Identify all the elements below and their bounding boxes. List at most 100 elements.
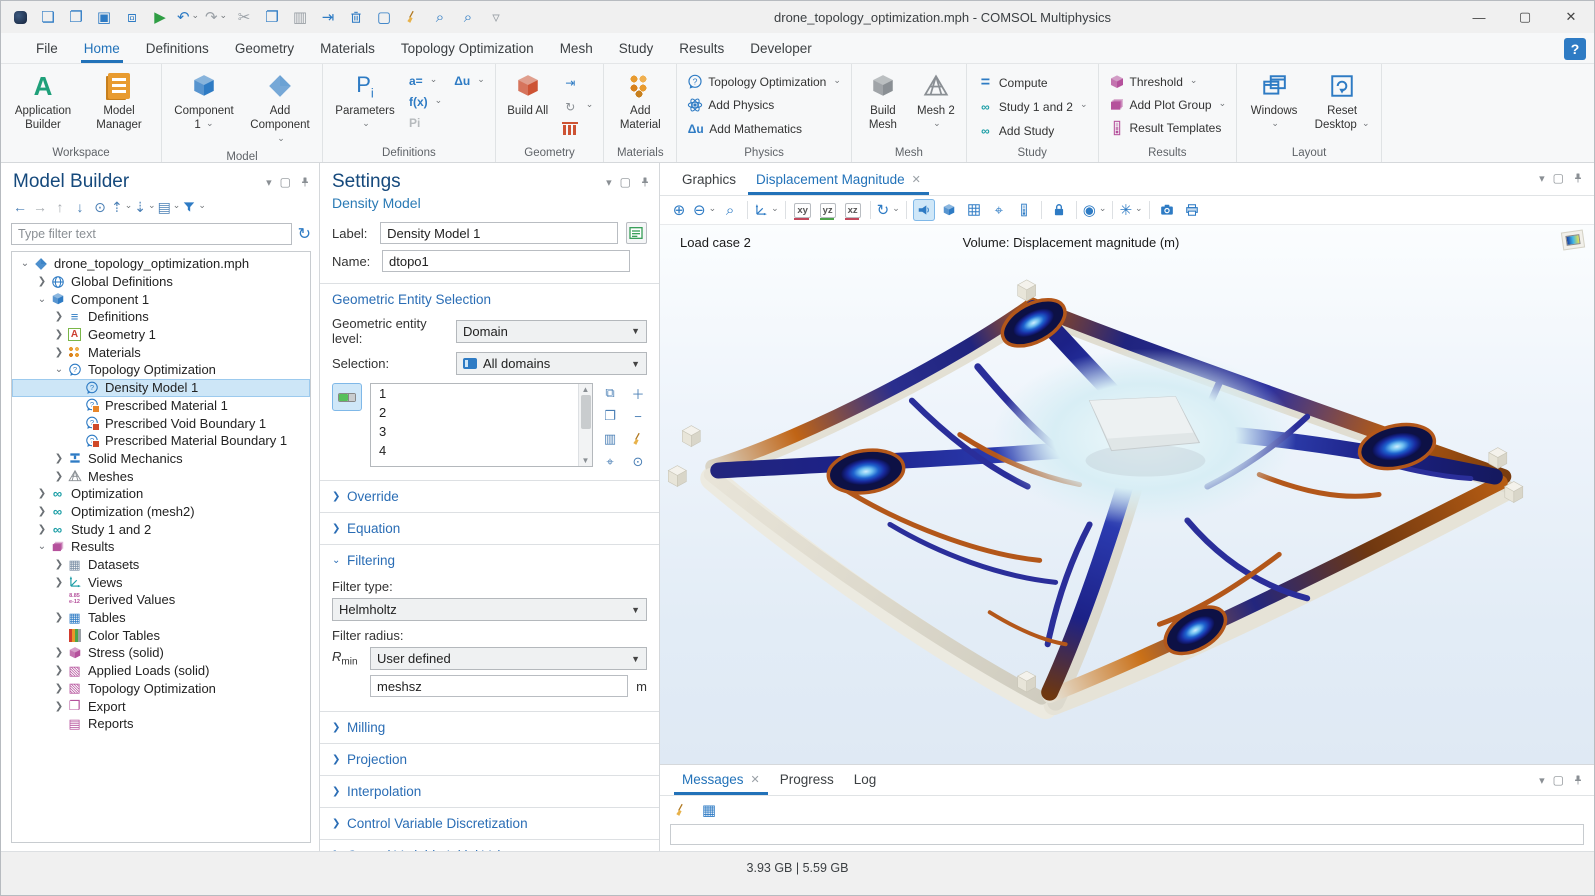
help-button[interactable]: ? xyxy=(1564,38,1586,60)
tree-item[interactable]: ❯∞Optimization (mesh2) xyxy=(12,503,310,521)
tree-item[interactable]: Prescribed Void Boundary 1 xyxy=(12,414,310,432)
forward-icon[interactable]: → xyxy=(31,197,49,217)
scroll-down-icon[interactable]: ▼ xyxy=(582,456,590,465)
tree-item[interactable]: ❯Materials xyxy=(12,343,310,361)
menu-item-file[interactable]: File xyxy=(23,36,71,63)
tab-close-icon[interactable]: ✕ xyxy=(912,173,921,186)
redo-icon[interactable]: ↷ xyxy=(203,5,229,29)
chevron-right-icon[interactable]: ❯ xyxy=(52,347,66,358)
domain-list-item[interactable]: 2 xyxy=(379,405,576,424)
settings-pin-icon[interactable] xyxy=(639,176,651,188)
material-color-icon[interactable]: ◉ xyxy=(1083,199,1107,221)
expand-all-icon[interactable]: ⇡ xyxy=(111,197,132,217)
tree-item[interactable]: ▤Reports xyxy=(12,715,310,733)
wireframe-icon[interactable] xyxy=(963,199,985,221)
tree-item[interactable]: ❯Global Definitions xyxy=(12,273,310,291)
physics-interface-button[interactable]: Topology Optimization xyxy=(683,72,845,92)
menu-item-materials[interactable]: Materials xyxy=(307,36,388,63)
messages-output[interactable] xyxy=(670,824,1584,845)
show-selection-icon[interactable] xyxy=(913,199,935,221)
section-control-variable-discretization[interactable]: ❯Control Variable Discretization xyxy=(320,808,659,837)
messages-float-icon[interactable] xyxy=(1553,773,1564,787)
section-milling[interactable]: ❯Milling xyxy=(320,712,659,741)
save-as-icon[interactable]: ⧈ xyxy=(119,5,145,29)
tree-item[interactable]: ❯Meshes xyxy=(12,467,310,485)
go-to-source-icon[interactable]: ⇥ xyxy=(315,5,341,29)
tree-item[interactable]: ❯∞Study 1 and 2 xyxy=(12,520,310,538)
tab-progress[interactable]: Progress xyxy=(770,765,844,795)
build-mesh-button[interactable]: Build Mesh xyxy=(858,68,908,136)
clear-selection-icon[interactable] xyxy=(629,431,647,447)
paste-icon[interactable]: ▥ xyxy=(287,5,313,29)
orientation-icon[interactable]: ⌖ xyxy=(988,199,1010,221)
graphics-pin-icon[interactable] xyxy=(1572,172,1584,184)
run-icon[interactable]: ▶ xyxy=(147,5,173,29)
menu-item-definitions[interactable]: Definitions xyxy=(133,36,222,63)
component-button[interactable]: Component 1 xyxy=(168,68,240,136)
parameters-button[interactable]: Pi Parameters xyxy=(329,68,401,136)
open-file-icon[interactable]: ❐ xyxy=(63,5,89,29)
selection-scrollbar[interactable]: ▲ ▼ xyxy=(578,384,592,466)
clear-selection-icon[interactable] xyxy=(399,5,425,29)
chevron-right-icon[interactable]: ❯ xyxy=(52,471,66,482)
tab-log[interactable]: Log xyxy=(844,765,887,795)
chevron-down-icon[interactable]: ⌄ xyxy=(35,541,49,552)
label-input[interactable] xyxy=(380,222,618,244)
chevron-right-icon[interactable]: ❯ xyxy=(52,665,66,676)
chevron-right-icon[interactable]: ❯ xyxy=(52,329,66,340)
chevron-right-icon[interactable]: ❯ xyxy=(52,311,66,322)
domain-list-item[interactable]: 3 xyxy=(379,424,576,443)
tree-item[interactable]: Prescribed Material 1 xyxy=(12,397,310,415)
zoom-out-icon[interactable]: ⊖ xyxy=(693,199,716,221)
tree-item[interactable]: ⌄Component 1 xyxy=(12,290,310,308)
mesh-button[interactable]: Mesh 2 xyxy=(912,68,960,136)
create-selection-icon[interactable]: ⧉ xyxy=(601,385,619,401)
menu-item-home[interactable]: Home xyxy=(71,36,133,63)
nonlocal-couplings-button[interactable]: Δu xyxy=(450,72,489,90)
reset-desktop-button[interactable]: Reset Desktop xyxy=(1309,68,1375,136)
rmin-select[interactable]: User defined xyxy=(370,647,647,670)
messages-pin-icon[interactable] xyxy=(1572,774,1584,786)
add-study-button[interactable]: ∞Add Study xyxy=(973,120,1092,141)
chevron-right-icon[interactable]: ❯ xyxy=(52,577,66,588)
refresh-icon[interactable]: ↻ xyxy=(298,224,311,244)
copy-icon[interactable]: ❐ xyxy=(259,5,285,29)
section-control-variable-initial-value[interactable]: ❯Control Variable Initial Value xyxy=(320,840,659,851)
tree-item[interactable]: Prescribed Material Boundary 1 xyxy=(12,432,310,450)
panel-float-icon[interactable] xyxy=(280,175,291,189)
view-yz-icon[interactable]: yz xyxy=(817,199,839,221)
select-box-icon[interactable]: ▢ xyxy=(371,5,397,29)
transparency-icon[interactable] xyxy=(938,199,960,221)
color-legend-icon[interactable] xyxy=(1561,230,1585,251)
graphics-menu-icon[interactable] xyxy=(1539,172,1545,185)
move-down-icon[interactable]: ↓ xyxy=(71,197,89,217)
chevron-right-icon[interactable]: ❯ xyxy=(52,559,66,570)
minimize-icon[interactable]: — xyxy=(1456,1,1502,33)
compute-button[interactable]: =Compute xyxy=(973,72,1092,93)
tree-item[interactable]: ❯▦Tables xyxy=(12,609,310,627)
filter-input[interactable] xyxy=(11,223,292,245)
messages-menu-icon[interactable] xyxy=(1539,774,1545,787)
domain-list-item[interactable]: 4 xyxy=(379,443,576,462)
domain-selection-list[interactable]: ▲ ▼ 1234 xyxy=(370,383,593,467)
default-3d-view-icon[interactable] xyxy=(754,199,779,221)
remove-details-button[interactable] xyxy=(558,120,598,138)
collapse-all-icon[interactable]: ⇣ xyxy=(134,197,155,217)
threshold-button[interactable]: Threshold xyxy=(1105,72,1231,92)
view-xz-icon[interactable]: xz xyxy=(842,199,864,221)
scene-light-icon[interactable]: ✳ xyxy=(1119,199,1142,221)
import-geometry-button[interactable]: ⇥ xyxy=(558,72,598,93)
add-to-selection-icon[interactable]: ＋ xyxy=(629,385,647,401)
lock-icon[interactable] xyxy=(1048,199,1070,221)
back-icon[interactable]: ← xyxy=(11,197,29,217)
functions-button[interactable]: f(x) xyxy=(405,93,446,111)
scroll-thumb[interactable] xyxy=(581,395,591,429)
windows-button[interactable]: Windows xyxy=(1243,68,1305,136)
paste-selection-icon[interactable]: ▥ xyxy=(601,431,619,447)
table-message-icon[interactable]: ▦ xyxy=(698,799,720,821)
tab-graphics[interactable]: Graphics xyxy=(672,165,746,195)
tree-item[interactable]: ❯Stress (solid) xyxy=(12,644,310,662)
chevron-right-icon[interactable]: ❯ xyxy=(35,488,49,499)
remove-from-selection-icon[interactable]: − xyxy=(629,408,647,424)
section-interpolation[interactable]: ❯Interpolation xyxy=(320,776,659,805)
